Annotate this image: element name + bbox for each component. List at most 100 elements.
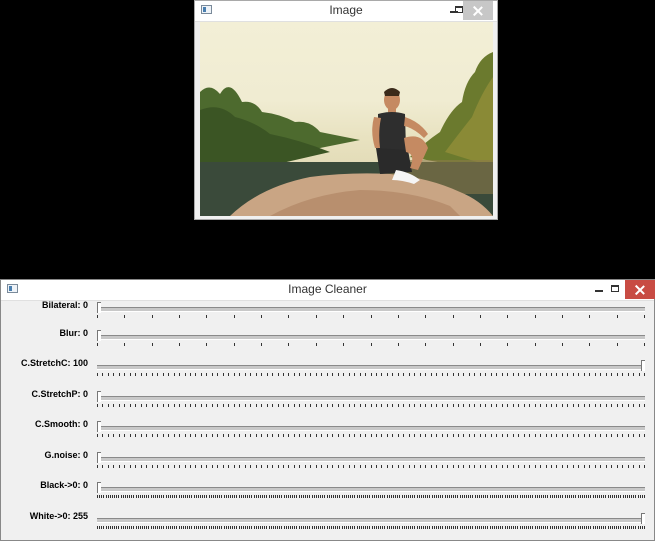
trackbar-row: Blur: 0 xyxy=(1,327,654,357)
tick-mark xyxy=(362,495,364,498)
trackbar-thumb[interactable] xyxy=(97,482,101,493)
tick-mark xyxy=(589,343,591,346)
tick-mark xyxy=(262,526,264,529)
image-window-titlebar[interactable]: Image xyxy=(195,1,497,22)
tick-mark xyxy=(547,495,549,498)
tick-mark xyxy=(266,526,268,529)
close-button[interactable] xyxy=(625,280,655,299)
trackbar-slider[interactable] xyxy=(97,518,645,523)
tick-mark xyxy=(577,495,579,498)
tick-mark xyxy=(266,373,268,376)
tick-mark xyxy=(189,495,191,498)
tick-mark xyxy=(397,465,399,468)
tick-mark xyxy=(620,495,622,498)
tick-mark xyxy=(490,465,492,468)
trackbar-thumb[interactable] xyxy=(97,330,101,341)
tick-mark xyxy=(395,495,397,498)
tick-mark xyxy=(179,434,181,437)
tick-mark xyxy=(512,373,514,376)
trackbar-slider[interactable] xyxy=(97,487,645,492)
tick-mark xyxy=(644,343,645,346)
tick-mark xyxy=(285,495,287,498)
tick-mark xyxy=(408,465,410,468)
maximize-icon[interactable] xyxy=(607,280,623,299)
tick-mark xyxy=(299,373,301,376)
tick-mark xyxy=(496,465,498,468)
tick-mark xyxy=(633,465,635,468)
tick-mark xyxy=(589,404,591,407)
tick-mark xyxy=(294,495,296,498)
tick-mark xyxy=(381,465,383,468)
tick-mark xyxy=(221,526,223,529)
tick-mark xyxy=(251,495,253,498)
tick-mark xyxy=(468,373,470,376)
tick-mark xyxy=(227,495,229,498)
tick-mark xyxy=(594,526,596,529)
tick-mark xyxy=(479,465,481,468)
minimize-icon[interactable] xyxy=(591,280,607,299)
tick-mark xyxy=(414,404,416,407)
tick-mark xyxy=(419,373,421,376)
tick-mark xyxy=(392,434,394,437)
tick-mark xyxy=(386,465,388,468)
tick-mark xyxy=(225,495,227,498)
tick-mark xyxy=(561,434,563,437)
trackbar-thumb[interactable] xyxy=(97,302,101,313)
tick-mark xyxy=(495,495,497,498)
tick-mark xyxy=(193,526,195,529)
trackbar-slider[interactable] xyxy=(97,307,645,312)
tick-mark xyxy=(298,495,300,498)
tick-mark xyxy=(500,495,502,498)
trackbar-thumb[interactable] xyxy=(97,452,101,463)
tick-mark xyxy=(561,373,563,376)
tick-mark xyxy=(534,373,536,376)
tick-mark xyxy=(223,526,225,529)
tick-mark xyxy=(408,404,410,407)
cleaner-titlebar[interactable]: Image Cleaner xyxy=(1,280,655,301)
tick-mark xyxy=(244,434,246,437)
tick-mark xyxy=(501,404,503,407)
trackbar-slider[interactable] xyxy=(97,426,645,431)
tick-mark xyxy=(622,526,624,529)
tick-mark xyxy=(294,526,296,529)
tick-mark xyxy=(262,495,264,498)
tick-mark xyxy=(414,373,416,376)
tick-mark xyxy=(362,526,364,529)
tick-mark xyxy=(637,526,639,529)
tick-mark xyxy=(167,495,169,498)
close-button[interactable] xyxy=(463,1,493,20)
tick-mark xyxy=(435,495,437,498)
tick-mark xyxy=(337,373,339,376)
tick-mark xyxy=(337,465,339,468)
tick-mark xyxy=(441,404,443,407)
tick-mark xyxy=(211,404,213,407)
tick-mark xyxy=(140,434,142,437)
tick-mark xyxy=(419,434,421,437)
trackbar-slider[interactable] xyxy=(97,335,645,340)
trackbar-thumb[interactable] xyxy=(641,513,645,524)
tick-mark xyxy=(173,373,175,376)
tick-mark xyxy=(397,315,399,318)
tick-mark xyxy=(229,495,231,498)
trackbar-thumb[interactable] xyxy=(97,391,101,402)
trackbar-slider[interactable] xyxy=(97,365,645,370)
tick-mark xyxy=(370,404,372,407)
tick-mark xyxy=(458,404,460,407)
tick-mark xyxy=(561,343,563,346)
tick-mark xyxy=(448,495,450,498)
tick-mark xyxy=(360,526,362,529)
tick-mark xyxy=(521,526,523,529)
tick-mark xyxy=(255,404,257,407)
trackbar-slider[interactable] xyxy=(97,457,645,462)
tick-mark xyxy=(474,404,476,407)
trackbar-thumb[interactable] xyxy=(641,360,645,371)
trackbar-thumb[interactable] xyxy=(97,421,101,432)
trackbar-slider[interactable] xyxy=(97,396,645,401)
tick-mark xyxy=(441,465,443,468)
tick-mark xyxy=(485,434,487,437)
tick-mark xyxy=(474,495,476,498)
tick-mark xyxy=(359,434,361,437)
tick-mark xyxy=(590,495,592,498)
tick-mark xyxy=(195,495,197,498)
tick-mark xyxy=(564,495,566,498)
